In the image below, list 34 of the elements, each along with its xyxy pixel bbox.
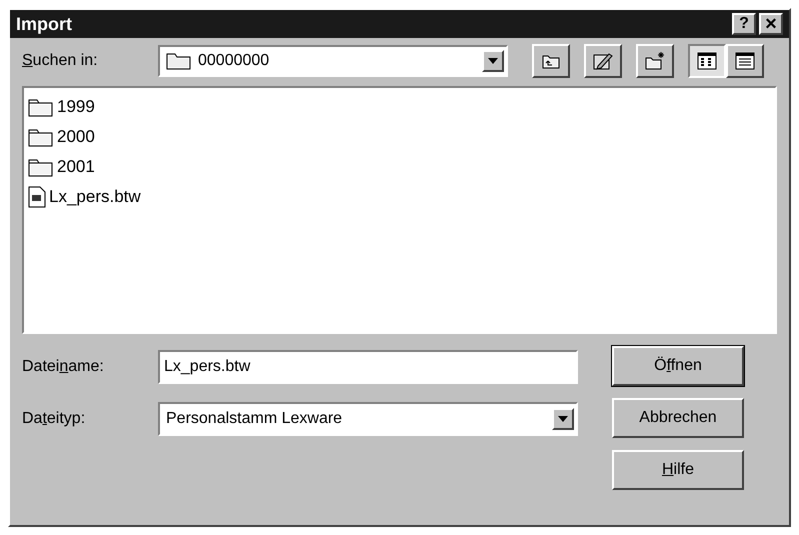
dialog-button[interactable]: Öffnen <box>612 346 744 386</box>
help-button[interactable]: ? <box>732 13 756 35</box>
pencil-icon <box>592 51 614 71</box>
view-button[interactable] <box>688 44 726 78</box>
details-view-icon <box>735 52 755 70</box>
filetype-dropdown[interactable]: Personalstamm Lexware <box>158 402 578 436</box>
dropdown-button[interactable] <box>482 50 504 72</box>
file-item[interactable]: 2000 <box>28 122 775 152</box>
filename-label: Dateiname: <box>22 357 105 377</box>
file-item[interactable]: 2001 <box>28 152 775 182</box>
dialog-button[interactable]: Abbrechen <box>612 398 744 438</box>
file-item[interactable]: Lx_pers.btw <box>28 182 775 212</box>
look-in-value: 00000000 <box>198 51 270 71</box>
filetype-label: Dateityp: <box>22 409 86 429</box>
toolbar-button[interactable] <box>584 44 622 78</box>
close-button[interactable]: × <box>759 13 783 35</box>
caret-icon <box>558 416 568 422</box>
list-view-icon <box>697 52 717 70</box>
filename-field[interactable]: Lx_pers.btw <box>158 350 578 384</box>
file-item[interactable]: 1999 <box>28 92 775 122</box>
dialog-button[interactable]: Hilfe <box>612 450 744 490</box>
folder-icon <box>166 52 192 70</box>
document-icon <box>28 186 46 208</box>
folder-icon <box>28 127 54 147</box>
toolbar-button[interactable] <box>532 44 570 78</box>
window-title: Import <box>16 12 73 36</box>
folder-icon <box>28 157 54 177</box>
look-in-dropdown[interactable]: 00000000 <box>158 45 508 77</box>
caret-icon <box>488 58 498 64</box>
toolbar-button[interactable] <box>636 44 674 78</box>
folder-icon <box>28 97 54 117</box>
look-in-label: Suchen in: <box>22 51 99 71</box>
new-folder-icon <box>644 51 666 71</box>
dropdown-button[interactable] <box>552 408 574 430</box>
